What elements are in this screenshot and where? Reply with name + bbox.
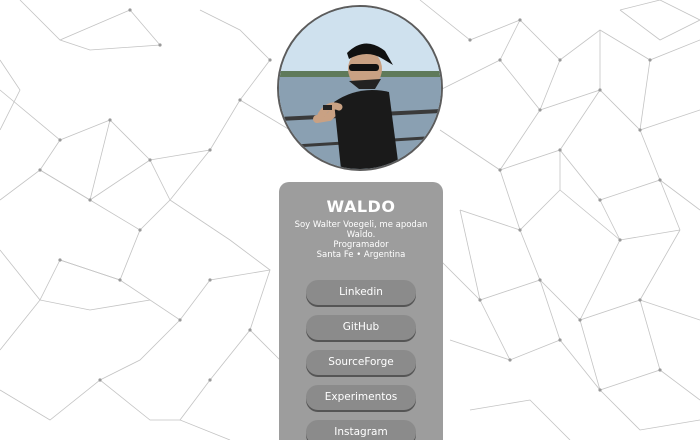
links-list: Linkedin GitHub SourceForge Experimentos… xyxy=(279,280,443,440)
profile-avatar xyxy=(277,5,443,171)
profile-card: WALDO Soy Walter Voegeli, me apodan Wald… xyxy=(279,182,443,440)
profile-name: WALDO xyxy=(326,197,396,216)
linkedin-link-button[interactable]: Linkedin xyxy=(306,280,416,305)
profile-location: Santa Fe • Argentina xyxy=(316,250,406,260)
sourceforge-link-button[interactable]: SourceForge xyxy=(306,350,416,375)
profile-page: WALDO Soy Walter Voegeli, me apodan Wald… xyxy=(0,0,700,440)
instagram-link-button[interactable]: Instagram xyxy=(306,420,416,440)
experimentos-link-button[interactable]: Experimentos xyxy=(306,385,416,410)
github-link-button[interactable]: GitHub xyxy=(306,315,416,340)
profile-bio: Soy Walter Voegeli, me apodan Waldo. xyxy=(294,220,428,240)
profile-role: Programador xyxy=(333,240,389,250)
